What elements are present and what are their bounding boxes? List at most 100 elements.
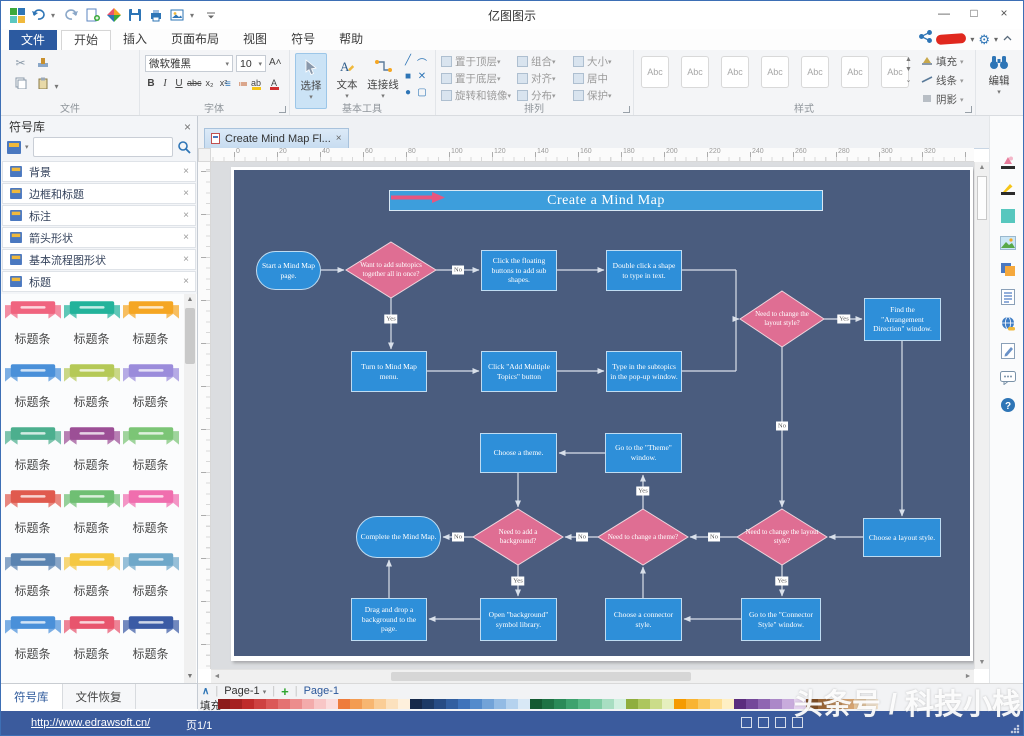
symbol-item[interactable]: 标题条 — [3, 486, 62, 549]
hyperlink-globe-icon[interactable] — [999, 315, 1016, 332]
tab-file[interactable]: 文件 — [9, 30, 57, 50]
tab-1[interactable]: 插入 — [111, 30, 159, 50]
collapse-ribbon-icon[interactable] — [1002, 30, 1013, 48]
arrange-2-button[interactable]: 大小 ▾ — [573, 53, 627, 70]
page-selector[interactable]: Page-1 ▾ — [224, 685, 266, 697]
paste-caret-icon[interactable]: ▾ — [49, 79, 64, 93]
palette-swatch[interactable] — [842, 699, 854, 709]
comment-icon[interactable] — [999, 369, 1016, 386]
palette-swatch[interactable] — [674, 699, 686, 709]
palette-swatch[interactable] — [482, 699, 494, 709]
palette-swatch[interactable] — [710, 699, 722, 709]
view-fit-icon[interactable] — [775, 717, 786, 728]
fill-style-icon[interactable] — [999, 153, 1016, 170]
palette-swatch[interactable] — [314, 699, 326, 709]
flow-node[interactable]: Turn to Mind Map menu. — [351, 351, 427, 392]
style-preview-2[interactable]: Abc — [721, 56, 749, 88]
add-page-button[interactable]: + — [281, 684, 289, 699]
symbol-section-3[interactable]: 箭头形状× — [2, 227, 196, 248]
palette-swatch[interactable] — [494, 699, 506, 709]
flow-node[interactable]: Click the floating buttons to add sub sh… — [481, 250, 557, 291]
symbol-item[interactable]: 标题条 — [3, 360, 62, 423]
tool-0-button[interactable]: 选择▾ — [295, 53, 327, 109]
palette-swatch[interactable] — [254, 699, 266, 709]
minimize-button[interactable]: — — [929, 1, 959, 25]
symbol-section-4[interactable]: 基本流程图形状× — [2, 249, 196, 270]
resize-grip-icon[interactable] — [1010, 724, 1020, 734]
tab-3[interactable]: 视图 — [231, 30, 279, 50]
flow-node[interactable]: Type in the subtopics in the pop-up wind… — [606, 351, 682, 392]
flow-node[interactable]: Drag and drop a background to the page. — [351, 598, 427, 641]
palette-swatch[interactable] — [638, 699, 650, 709]
palette-swatch[interactable] — [830, 699, 842, 709]
section-close-icon[interactable]: × — [183, 254, 189, 265]
document-outline-icon[interactable] — [999, 288, 1016, 305]
section-close-icon[interactable]: × — [183, 210, 189, 221]
palette-swatch[interactable] — [578, 699, 590, 709]
tab-2[interactable]: 页面布局 — [159, 30, 231, 50]
hscroll-left-icon[interactable]: ◄ — [211, 670, 223, 683]
symbol-item[interactable]: 标题条 — [3, 423, 62, 486]
palette-swatch[interactable] — [422, 699, 434, 709]
line-spacing-icon[interactable]: ≡ — [225, 79, 231, 90]
palette-swatch[interactable] — [218, 699, 230, 709]
rectangle-tool-icon[interactable]: ■ — [401, 71, 415, 87]
symbol-item[interactable]: 标题条 — [3, 549, 62, 612]
symbol-item[interactable]: 标题条 — [121, 549, 180, 612]
flow-node[interactable]: Complete the Mind Map. — [356, 516, 441, 558]
symbol-item[interactable]: 标题条 — [62, 423, 121, 486]
vscroll-thumb[interactable] — [977, 176, 987, 220]
view-zoom-icon[interactable] — [792, 717, 803, 728]
palette-swatch[interactable] — [458, 699, 470, 709]
curve-tool-icon[interactable]: ⌒ — [415, 55, 429, 71]
symbol-search-input[interactable] — [33, 137, 173, 157]
print-icon[interactable] — [148, 7, 164, 23]
style-more-icon[interactable]: ⌄ — [906, 76, 912, 84]
palette-swatch[interactable] — [518, 699, 530, 709]
hscroll-thumb[interactable] — [391, 672, 691, 681]
flow-node[interactable]: Open "background" symbol library. — [480, 598, 557, 641]
font-color-icon[interactable]: A — [271, 78, 279, 88]
font-style-button-U[interactable]: U — [173, 76, 185, 90]
symbol-item[interactable]: 标题条 — [62, 549, 121, 612]
symbol-item[interactable]: 标题条 — [3, 612, 62, 675]
palette-swatch[interactable] — [686, 699, 698, 709]
edit-button[interactable]: 编辑 ▾ — [975, 54, 1023, 96]
website-link[interactable]: http://www.edrawsoft.cn/ — [31, 717, 150, 729]
style-preview-1[interactable]: Abc — [681, 56, 709, 88]
symbol-item[interactable]: 标题条 — [121, 297, 180, 360]
tab-4[interactable]: 符号 — [279, 30, 327, 50]
symbol-section-0[interactable]: 背景× — [2, 161, 196, 182]
palette-swatch[interactable] — [746, 699, 758, 709]
symbol-section-5[interactable]: 标题× — [2, 271, 196, 292]
new-file-icon[interactable] — [85, 7, 101, 23]
panel-scrollbar[interactable]: ▲ ▼ — [184, 294, 196, 683]
section-close-icon[interactable]: × — [183, 166, 189, 177]
account-caret-icon[interactable]: ▾ — [970, 35, 974, 44]
app-logo-icon[interactable] — [9, 7, 25, 23]
palette-swatch[interactable] — [398, 699, 410, 709]
symbol-item[interactable]: 标题条 — [62, 297, 121, 360]
layers-icon[interactable] — [999, 261, 1016, 278]
template-icon[interactable] — [106, 7, 122, 23]
color-swatch-icon[interactable] — [999, 207, 1016, 224]
settings-caret-icon[interactable]: ▾ — [994, 35, 998, 44]
share-icon[interactable] — [919, 30, 932, 48]
style-preview-5[interactable]: Abc — [841, 56, 869, 88]
style-scroll-up-icon[interactable]: ▲ — [905, 56, 912, 63]
palette-swatch[interactable] — [866, 699, 878, 709]
style-preview-4[interactable]: Abc — [801, 56, 829, 88]
palette-swatch[interactable] — [302, 699, 314, 709]
help-icon[interactable]: ? — [999, 396, 1016, 413]
arrange-3-button[interactable]: 置于底层 ▾ — [441, 70, 517, 87]
horizontal-scrollbar[interactable]: ◄ ► — [211, 669, 974, 683]
view-page-icon[interactable] — [758, 717, 769, 728]
palette-swatch[interactable] — [446, 699, 458, 709]
palette-swatch[interactable] — [698, 699, 710, 709]
flow-node[interactable]: Go to the "Connector Style" window. — [741, 598, 821, 641]
style-option-0-button[interactable]: 填充▾ — [921, 54, 964, 69]
palette-swatch[interactable] — [854, 699, 866, 709]
font-size-select[interactable]: 10▾ — [236, 55, 266, 72]
palette-swatch[interactable] — [566, 699, 578, 709]
palette-swatch[interactable] — [434, 699, 446, 709]
